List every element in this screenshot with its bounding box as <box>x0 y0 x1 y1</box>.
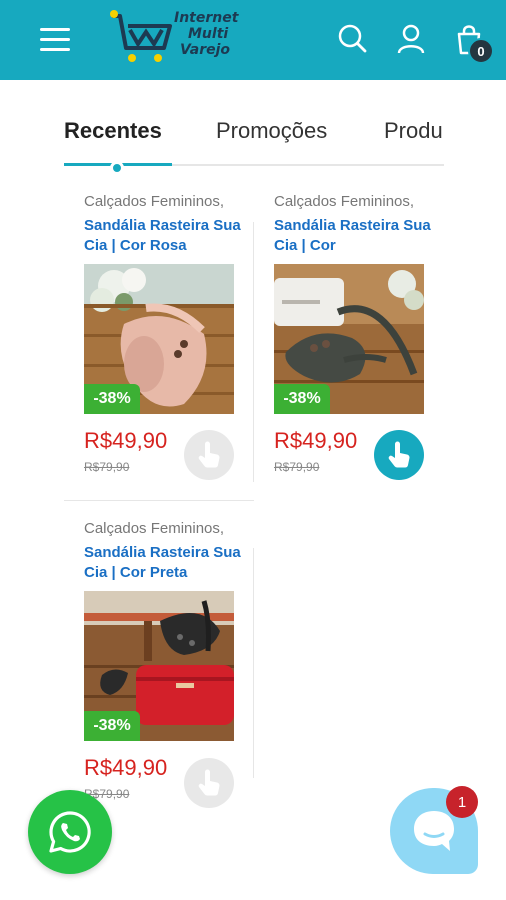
grid-divider <box>64 500 254 501</box>
product-image[interactable]: -38% <box>274 264 424 414</box>
grid-divider <box>253 222 254 482</box>
tab-produtos[interactable]: Produ <box>384 118 443 144</box>
chat-bubble-icon <box>414 811 454 851</box>
search-button[interactable] <box>336 22 370 56</box>
discount-badge: -38% <box>84 384 140 414</box>
hand-pointer-icon <box>198 441 220 468</box>
hand-pointer-icon <box>388 441 410 468</box>
add-to-cart-button[interactable] <box>184 758 234 808</box>
logo-line-3: Varejo <box>180 42 231 58</box>
product-image[interactable]: -38% <box>84 264 234 414</box>
product-image[interactable]: -38% <box>84 591 234 741</box>
user-icon <box>397 24 425 54</box>
product-title[interactable]: Sandália Rasteira Sua Cia | Cor <box>274 216 434 256</box>
page: Internet Multi Varejo 0 Recentes Promoçõ… <box>0 0 506 900</box>
chat-notification-badge: 1 <box>446 786 478 818</box>
logo-cart-icon <box>110 10 172 62</box>
logo-line-2: Multi <box>188 26 229 42</box>
whatsapp-icon <box>49 811 91 853</box>
product-category[interactable]: Calçados Femininos, <box>84 193 244 210</box>
product-title[interactable]: Sandália Rasteira Sua Cia | Cor Preta <box>84 543 244 583</box>
product-tabs: Recentes Promoções Produ <box>64 100 444 166</box>
discount-badge: -38% <box>84 711 140 741</box>
tab-promocoes[interactable]: Promoções <box>216 118 327 144</box>
whatsapp-button[interactable] <box>28 790 112 874</box>
logo-text: Internet Multi Varejo <box>174 10 238 58</box>
grid-divider <box>253 548 254 778</box>
cart-count-badge: 0 <box>468 38 494 64</box>
add-to-cart-button[interactable] <box>374 430 424 480</box>
add-to-cart-button[interactable] <box>184 430 234 480</box>
menu-icon-bar <box>40 38 70 41</box>
tab-recentes[interactable]: Recentes <box>64 118 162 144</box>
logo-line-1: Internet <box>174 10 239 26</box>
menu-icon-bar <box>40 28 70 31</box>
menu-icon-bar <box>40 48 70 51</box>
hand-pointer-icon <box>198 769 220 796</box>
product-title[interactable]: Sandália Rasteira Sua Cia | Cor Rosa <box>84 216 244 256</box>
discount-badge: -38% <box>274 384 330 414</box>
menu-button[interactable] <box>38 24 74 56</box>
product-category[interactable]: Calçados Femininos, <box>84 520 244 537</box>
active-tab-dot <box>110 161 124 175</box>
search-icon <box>338 24 367 53</box>
top-header: Internet Multi Varejo 0 <box>0 0 506 80</box>
account-button[interactable] <box>394 22 428 56</box>
brand-logo[interactable]: Internet Multi Varejo <box>108 8 248 66</box>
product-category[interactable]: Calçados Femininos, <box>274 193 434 210</box>
product-card: Calçados Femininos, Sandália Rasteira Su… <box>84 520 244 801</box>
